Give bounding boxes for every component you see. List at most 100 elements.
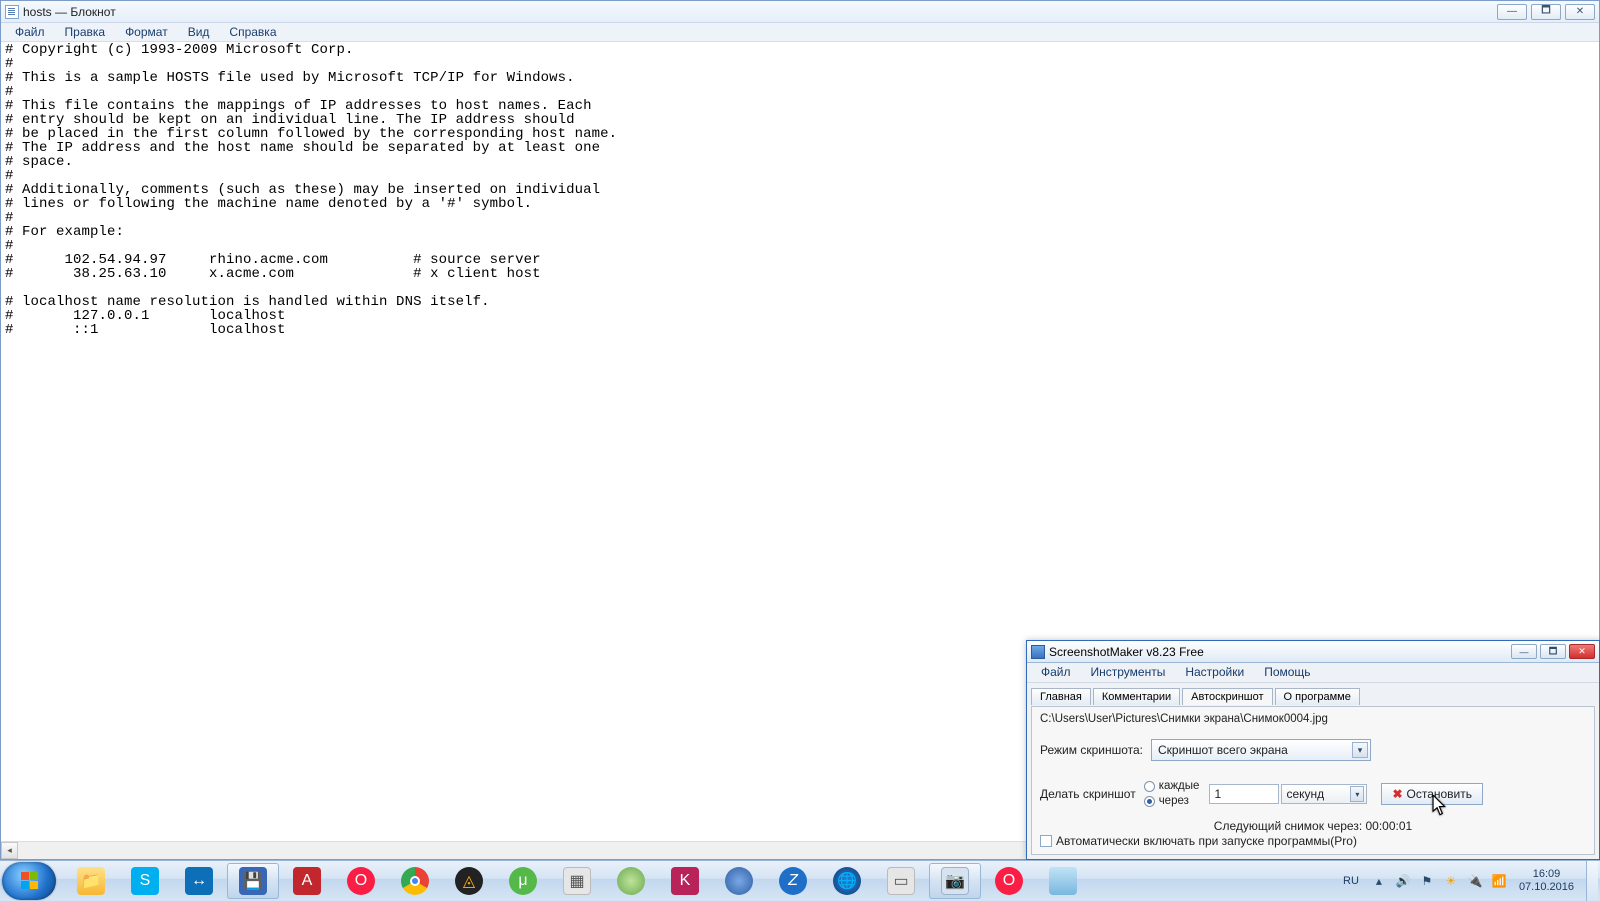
radio-after[interactable]: через — [1144, 794, 1200, 809]
radio-icon — [1144, 781, 1155, 792]
chevron-down-icon: ▾ — [1352, 742, 1368, 758]
taskbar-notepad[interactable]: 💾 — [227, 863, 279, 899]
taskbar-clock[interactable]: 16:09 07.10.2016 — [1511, 868, 1582, 894]
green-circle-icon — [617, 867, 645, 895]
sm-do-label: Делать скриншот — [1040, 787, 1136, 801]
tab-auto[interactable]: Автоскриншот — [1182, 688, 1272, 705]
taskbar-chrome[interactable] — [389, 863, 441, 899]
sm-close-button[interactable]: ✕ — [1569, 644, 1595, 659]
save-icon: 💾 — [239, 867, 267, 895]
chevron-down-icon: ▾ — [1350, 786, 1364, 802]
sm-title: ScreenshotMaker v8.23 Free — [1049, 645, 1204, 659]
chrome-icon — [401, 867, 429, 895]
sm-mode-label: Режим скриншота: — [1040, 743, 1143, 757]
menu-view[interactable]: Вид — [178, 23, 220, 41]
tab-about[interactable]: О программе — [1275, 688, 1360, 705]
tray-sun-icon[interactable]: ☀ — [1442, 872, 1460, 890]
interval-input[interactable]: 1 — [1209, 784, 1279, 804]
opera-icon: O — [347, 867, 375, 895]
notepad-app-icon — [5, 5, 19, 19]
taskbar-calc[interactable]: ▦ — [551, 863, 603, 899]
taskbar-opera[interactable]: O — [335, 863, 387, 899]
teamviewer-icon: ↔ — [185, 867, 213, 895]
sm-titlebar[interactable]: ScreenshotMaker v8.23 Free — 🗖 ✕ — [1027, 641, 1599, 663]
maximize-button[interactable]: 🗖 — [1531, 4, 1561, 20]
menu-format[interactable]: Формат — [115, 23, 178, 41]
taskbar-date: 07.10.2016 — [1519, 881, 1574, 894]
taskbar: 📁 S ↔ 💾 A O ◬ μ ▦ K Z 🌐 ▭ 📷 O RU ▴ 🔊 ⚑ ☀… — [0, 860, 1600, 900]
autostart-checkbox[interactable]: Автоматически включать при запуске прогр… — [1040, 834, 1357, 848]
start-button[interactable] — [2, 862, 56, 900]
taskbar-screenshotmaker[interactable]: 📷 — [929, 863, 981, 899]
taskbar-app3[interactable]: ▭ — [875, 863, 927, 899]
scroll-left-arrow-icon[interactable]: ◂ — [1, 842, 18, 859]
aimp-icon: ◬ — [455, 867, 483, 895]
taskbar-browser[interactable]: 🌐 — [821, 863, 873, 899]
sm-panel: C:\Users\User\Pictures\Снимки экрана\Сни… — [1031, 706, 1595, 855]
language-indicator[interactable]: RU — [1335, 875, 1367, 887]
minimize-button[interactable]: — — [1497, 4, 1527, 20]
taskbar-utorrent[interactable]: μ — [497, 863, 549, 899]
skype-icon: S — [131, 867, 159, 895]
menu-file[interactable]: Файл — [5, 23, 55, 41]
sm-menu-tools[interactable]: Инструменты — [1081, 663, 1176, 682]
taskbar-skype[interactable]: S — [119, 863, 171, 899]
taskbar-opera2[interactable]: O — [983, 863, 1035, 899]
sm-menu-settings[interactable]: Настройки — [1175, 663, 1254, 682]
taskbar-teamviewer[interactable]: ↔ — [173, 863, 225, 899]
k-icon: K — [671, 867, 699, 895]
taskbar-app2[interactable] — [713, 863, 765, 899]
window-icon: ▭ — [887, 867, 915, 895]
sm-app-icon — [1031, 645, 1045, 659]
sm-menu-help[interactable]: Помощь — [1254, 663, 1320, 682]
stop-button[interactable]: ✖ Остановить — [1381, 783, 1483, 805]
calculator-icon: ▦ — [563, 867, 591, 895]
windows-logo-icon — [21, 872, 38, 889]
taskbar-aimp[interactable]: ◬ — [443, 863, 495, 899]
stop-x-icon: ✖ — [1392, 787, 1402, 801]
sm-menubar: Файл Инструменты Настройки Помощь — [1027, 663, 1599, 683]
notepad-title: hosts — Блокнот — [23, 5, 116, 19]
sm-next-label: Следующий снимок через: 00:00:01 — [1040, 819, 1586, 833]
radio-icon — [1144, 796, 1155, 807]
blue-sphere-icon — [725, 867, 753, 895]
menu-help[interactable]: Справка — [219, 23, 286, 41]
system-tray: RU ▴ 🔊 ⚑ ☀ 🔌 📶 16:09 07.10.2016 — [1335, 861, 1600, 900]
taskbar-time: 16:09 — [1519, 868, 1574, 881]
sm-minimize-button[interactable]: — — [1511, 644, 1537, 659]
taskbar-acrobat[interactable]: A — [281, 863, 333, 899]
pdf-icon: A — [293, 867, 321, 895]
sm-menu-file[interactable]: Файл — [1031, 663, 1081, 682]
folder-icon: 📁 — [77, 867, 105, 895]
tray-volume-icon[interactable]: 🔊 — [1394, 872, 1412, 890]
zona-icon: Z — [779, 867, 807, 895]
taskbar-kodi[interactable]: K — [659, 863, 711, 899]
screenshotmaker-window: ScreenshotMaker v8.23 Free — 🗖 ✕ Файл Ин… — [1026, 640, 1600, 860]
notepad-titlebar[interactable]: hosts — Блокнот — 🗖 ✕ — [1, 1, 1599, 23]
sm-mode-select[interactable]: Скриншот всего экрана ▾ — [1151, 739, 1371, 761]
show-desktop-button[interactable] — [1586, 861, 1598, 901]
close-button[interactable]: ✕ — [1565, 4, 1595, 20]
radio-every[interactable]: каждые — [1144, 779, 1200, 794]
unit-select[interactable]: секунд ▾ — [1281, 784, 1367, 804]
tab-main[interactable]: Главная — [1031, 688, 1091, 705]
menu-edit[interactable]: Правка — [55, 23, 116, 41]
notepad-content[interactable]: # Copyright (c) 1993-2009 Microsoft Corp… — [1, 42, 1599, 338]
sm-mode-value: Скриншот всего экрана — [1158, 743, 1288, 757]
tab-comments[interactable]: Комментарии — [1093, 688, 1180, 705]
app-icon — [1049, 867, 1077, 895]
taskbar-app1[interactable] — [605, 863, 657, 899]
taskbar-app4[interactable] — [1037, 863, 1089, 899]
tray-show-hidden-icon[interactable]: ▴ — [1370, 872, 1388, 890]
tray-power-icon[interactable]: 🔌 — [1466, 872, 1484, 890]
tray-flag-icon[interactable]: ⚑ — [1418, 872, 1436, 890]
opera-icon: O — [995, 867, 1023, 895]
taskbar-zona[interactable]: Z — [767, 863, 819, 899]
camera-icon: 📷 — [941, 867, 969, 895]
utorrent-icon: μ — [509, 867, 537, 895]
sm-tabs: Главная Комментарии Автоскриншот О прогр… — [1027, 683, 1599, 704]
sm-maximize-button[interactable]: 🗖 — [1540, 644, 1566, 659]
taskbar-explorer[interactable]: 📁 — [65, 863, 117, 899]
tray-network-icon[interactable]: 📶 — [1490, 872, 1508, 890]
checkbox-icon — [1040, 835, 1052, 847]
